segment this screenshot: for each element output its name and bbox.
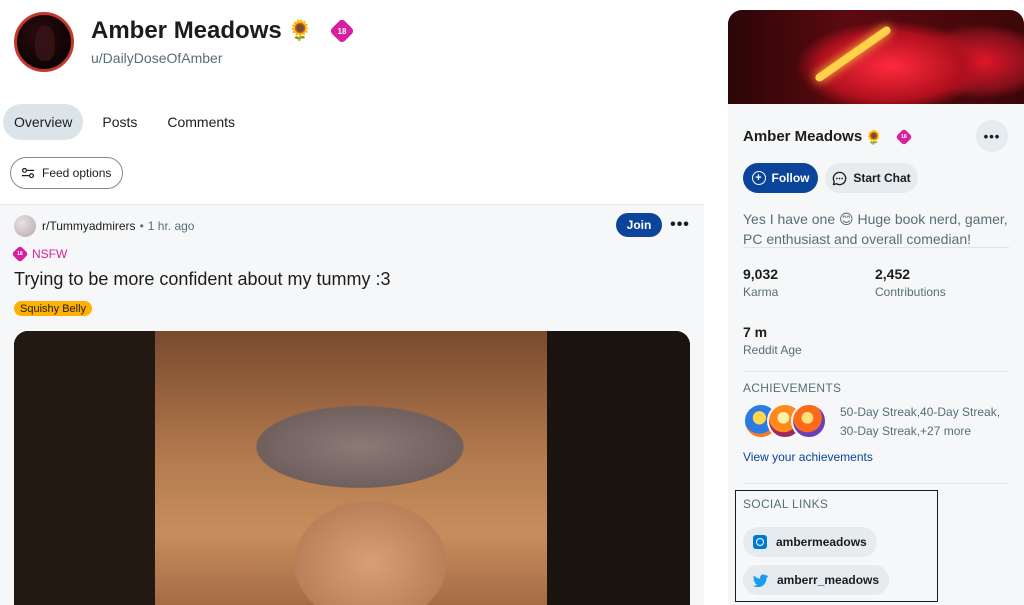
- start-chat-label: Start Chat: [853, 171, 911, 185]
- profile-avatar[interactable]: [14, 12, 74, 72]
- divider: [743, 247, 1009, 248]
- stat-label: Reddit Age: [743, 343, 802, 357]
- profile-bio: Yes I have one 😊 Huge book nerd, gamer, …: [743, 211, 1008, 247]
- profile-handle: u/DailyDoseOfAmber: [91, 50, 223, 66]
- stat-label: Karma: [743, 285, 779, 299]
- image-figure: [255, 331, 465, 605]
- post-more-icon[interactable]: •••: [668, 214, 692, 236]
- nsfw-label: NSFW: [32, 247, 68, 261]
- instagram-icon: [753, 535, 767, 549]
- sidebar-name-row: Amber Meadows 🌻 18: [743, 128, 913, 145]
- profile-name: Amber Meadows: [91, 17, 282, 44]
- streak-30-badge-icon: [791, 403, 827, 439]
- social-links-title: SOCIAL LINKS: [743, 497, 829, 511]
- achievements-title: ACHIEVEMENTS: [743, 381, 842, 395]
- achievements-list: 50-Day Streak,40-Day Streak, 30-Day Stre…: [840, 405, 1001, 438]
- chat-bubble-icon: [833, 171, 847, 185]
- profile-banner: [728, 10, 1024, 104]
- plus-icon: +: [751, 171, 766, 185]
- tab-overview[interactable]: Overview: [3, 104, 84, 140]
- image-content: [155, 331, 547, 605]
- profile-tabs: Overview Posts Comments: [3, 104, 246, 140]
- nsfw-badge-icon: 18: [11, 245, 29, 263]
- stat-value: 7 m: [743, 324, 768, 340]
- image-backdrop-right: [547, 331, 690, 605]
- post-meta: r/Tummyadmirers • 1 hr. ago: [42, 219, 194, 233]
- join-button[interactable]: Join: [616, 213, 662, 237]
- nsfw-badge-icon: 18: [895, 128, 913, 145]
- post-title[interactable]: Trying to be more confident about my tum…: [14, 269, 391, 290]
- post-flair[interactable]: Squishy Belly: [14, 301, 93, 316]
- follow-label: Follow: [771, 171, 810, 185]
- profile-name-row: Amber Meadows 🌻 18: [91, 17, 355, 45]
- sunflower-emoji: 🌻: [865, 128, 883, 145]
- sidebar-more-icon[interactable]: •••: [976, 120, 1008, 152]
- post-image[interactable]: [14, 331, 690, 605]
- achievement-badges[interactable]: [743, 403, 829, 441]
- tab-comments[interactable]: Comments: [156, 104, 246, 140]
- divider: [743, 483, 1009, 484]
- stat-karma: 9,032 Karma: [743, 266, 778, 299]
- subreddit-link[interactable]: r/Tummyadmirers: [42, 219, 136, 233]
- banner-light: [813, 24, 893, 84]
- social-link-label: ambermeadows: [776, 535, 867, 549]
- follow-button[interactable]: + Follow: [743, 163, 818, 193]
- subreddit-avatar[interactable]: [14, 215, 36, 237]
- social-link-twitter[interactable]: amberr_meadows: [743, 565, 890, 595]
- stat-value: 9,032: [743, 266, 779, 282]
- stat-contributions: 2,452 Contributions: [875, 266, 946, 299]
- sidebar-name: Amber Meadows: [743, 128, 863, 145]
- tab-posts[interactable]: Posts: [91, 104, 148, 140]
- stat-reddit-age: 7 m Reddit Age: [743, 324, 802, 357]
- feed-options-icon: [21, 167, 35, 179]
- divider: [743, 371, 1009, 372]
- nsfw-tag: 18 NSFW: [11, 245, 68, 263]
- meta-separator: •: [139, 219, 144, 233]
- image-backdrop-left: [14, 331, 155, 605]
- feed-options-button[interactable]: Feed options: [10, 157, 124, 189]
- view-achievements-link[interactable]: View your achievements: [743, 450, 873, 464]
- stat-value: 2,452: [875, 266, 911, 282]
- nsfw-badge-icon: 18: [328, 18, 355, 44]
- post-age: 1 hr. ago: [147, 219, 195, 233]
- sunflower-emoji: 🌻: [287, 20, 313, 42]
- social-link-label: amberr_meadows: [777, 573, 880, 587]
- stat-label: Contributions: [875, 285, 946, 299]
- feed-options-label: Feed options: [42, 166, 112, 180]
- twitter-icon: [753, 573, 768, 587]
- post-card[interactable]: r/Tummyadmirers • 1 hr. ago Join ••• 18 …: [0, 204, 704, 605]
- start-chat-button[interactable]: Start Chat: [825, 163, 918, 193]
- social-link-instagram[interactable]: ambermeadows: [743, 527, 877, 557]
